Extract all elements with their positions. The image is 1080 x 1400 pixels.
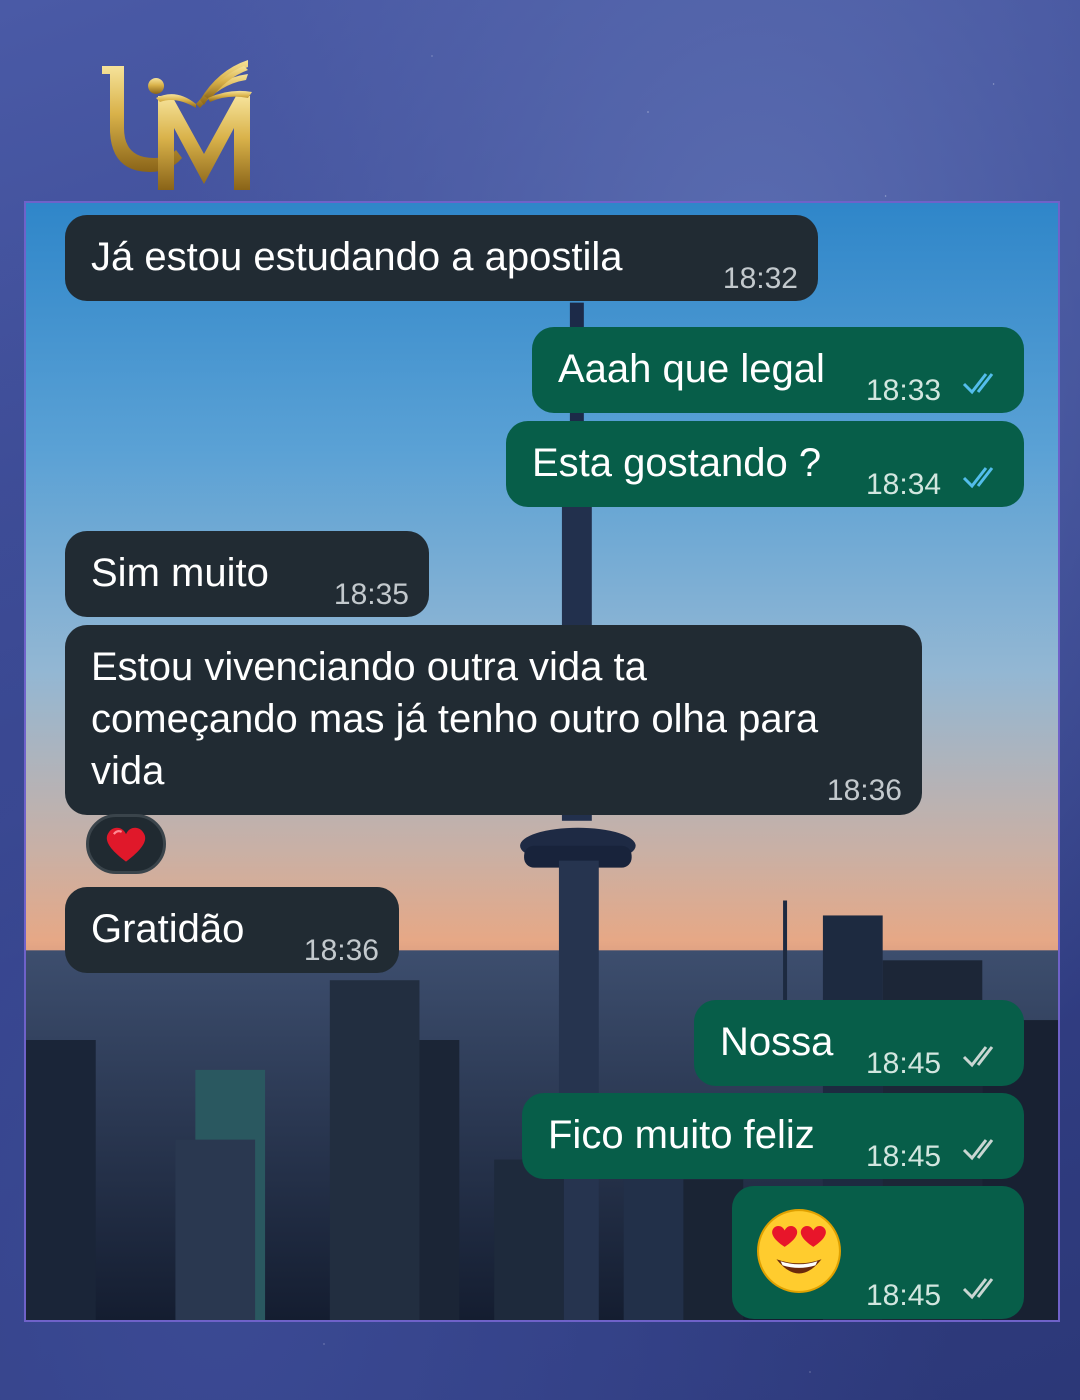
message-outgoing[interactable]: Esta gostando ? 18:34	[506, 421, 1024, 507]
message-outgoing-emoji[interactable]: 18:45	[732, 1186, 1024, 1319]
message-incoming[interactable]: Estou vivenciando outra vida ta começand…	[65, 625, 922, 815]
read-receipt-icon	[962, 1278, 994, 1300]
message-time: 18:45	[866, 1140, 942, 1173]
message-outgoing[interactable]: Aaah que legal 18:33	[532, 327, 1024, 413]
message-reaction[interactable]	[86, 814, 166, 874]
message-incoming[interactable]: Sim muito 18:35	[65, 531, 429, 617]
brand-logo	[102, 60, 252, 190]
message-time: 18:36	[826, 774, 902, 807]
message-text: Nossa	[720, 1020, 834, 1064]
read-receipt-icon	[962, 1046, 994, 1068]
read-receipt-icon	[962, 467, 994, 489]
message-text-line: vida	[91, 749, 165, 793]
message-text: Sim muito	[91, 551, 269, 595]
message-text: Aaah que legal	[558, 347, 825, 391]
chat-screenshot: Já estou estudando a apostila 18:32 Aaah…	[24, 201, 1060, 1322]
red-heart-icon	[106, 827, 146, 862]
heart-eyes-emoji-icon	[757, 1209, 841, 1293]
message-time: 18:33	[866, 374, 942, 407]
message-incoming[interactable]: Gratidão 18:36	[65, 887, 399, 973]
read-receipt-icon	[962, 373, 994, 395]
message-text-line: começando mas já tenho outro olha para	[91, 697, 819, 741]
message-time: 18:35	[333, 578, 409, 611]
message-text: Gratidão	[91, 907, 245, 951]
message-incoming[interactable]: Já estou estudando a apostila 18:32	[65, 215, 818, 301]
message-time: 18:32	[722, 262, 798, 295]
message-outgoing[interactable]: Fico muito feliz 18:45	[522, 1093, 1024, 1179]
message-time: 18:34	[866, 468, 942, 501]
message-text: Já estou estudando a apostila	[91, 235, 623, 279]
read-receipt-icon	[962, 1139, 994, 1161]
message-text: Esta gostando ?	[532, 441, 822, 485]
message-outgoing[interactable]: Nossa 18:45	[694, 1000, 1024, 1086]
message-text: Fico muito feliz	[548, 1113, 815, 1157]
message-time: 18:45	[866, 1047, 942, 1080]
message-time: 18:45	[866, 1279, 942, 1312]
message-text-line: Estou vivenciando outra vida ta	[91, 645, 647, 689]
message-time: 18:36	[303, 934, 379, 967]
